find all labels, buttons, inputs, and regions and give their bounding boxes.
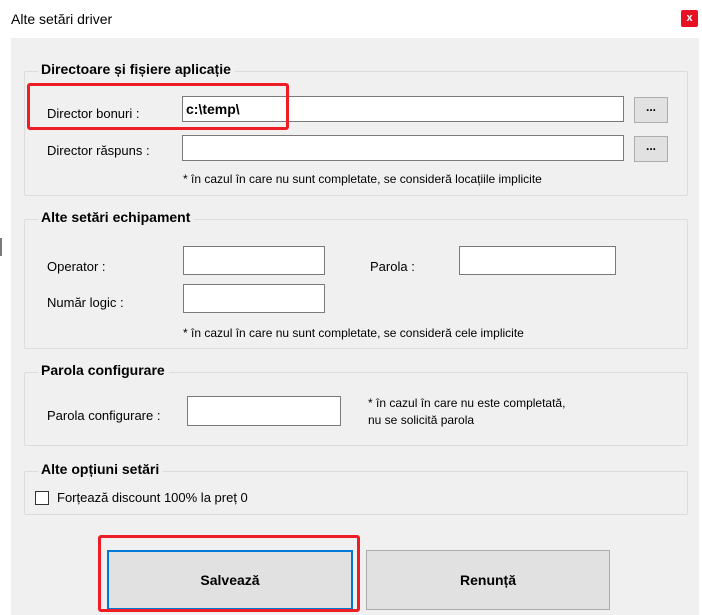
- response-dir-label: Director răspuns :: [47, 143, 150, 158]
- title-bar: Alte setări driver x: [0, 0, 702, 38]
- config-password-label: Parola configurare :: [47, 408, 161, 423]
- cancel-button[interactable]: Renunță: [366, 550, 610, 610]
- response-dir-browse-button[interactable]: ...: [634, 136, 668, 162]
- group-equipment-title: Alte setări echipament: [38, 209, 195, 225]
- config-password-input[interactable]: [187, 396, 341, 426]
- operator-input[interactable]: [183, 246, 325, 275]
- group-config-password-title: Parola configurare: [38, 362, 169, 378]
- group-config-password: Parola configurare Parola configurare : …: [24, 362, 688, 446]
- response-dir-input[interactable]: [182, 135, 624, 161]
- directories-note: * în cazul în care nu sunt completate, s…: [183, 172, 542, 186]
- password-input[interactable]: [459, 246, 616, 275]
- discount-checkbox-label[interactable]: Forțează discount 100% la preț 0: [57, 490, 248, 505]
- config-password-note-line2: nu se solicită parola: [368, 413, 475, 427]
- group-other-options-title: Alte opțiuni setări: [38, 461, 164, 477]
- window-title: Alte setări driver: [11, 11, 113, 27]
- operator-label: Operator :: [47, 259, 106, 274]
- window-edge-mark: [0, 238, 2, 256]
- save-button-highlight: [98, 535, 360, 612]
- receipts-dir-browse-button[interactable]: ...: [634, 97, 668, 123]
- discount-checkbox[interactable]: [35, 491, 49, 505]
- group-equipment: Alte setări echipament Operator : Parola…: [24, 209, 688, 349]
- equipment-note: * în cazul în care nu sunt completate, s…: [183, 326, 524, 340]
- logical-number-label: Număr logic :: [47, 295, 124, 310]
- logical-number-input[interactable]: [183, 284, 325, 313]
- config-password-note-line1: * în cazul în care nu este completată,: [368, 396, 566, 410]
- password-label: Parola :: [370, 259, 415, 274]
- group-other-options: Alte opțiuni setări Forțează discount 10…: [24, 461, 688, 515]
- group-directories-title: Directoare și fișiere aplicație: [38, 61, 235, 77]
- receipts-dir-highlight: [27, 83, 289, 130]
- close-button[interactable]: x: [681, 10, 698, 27]
